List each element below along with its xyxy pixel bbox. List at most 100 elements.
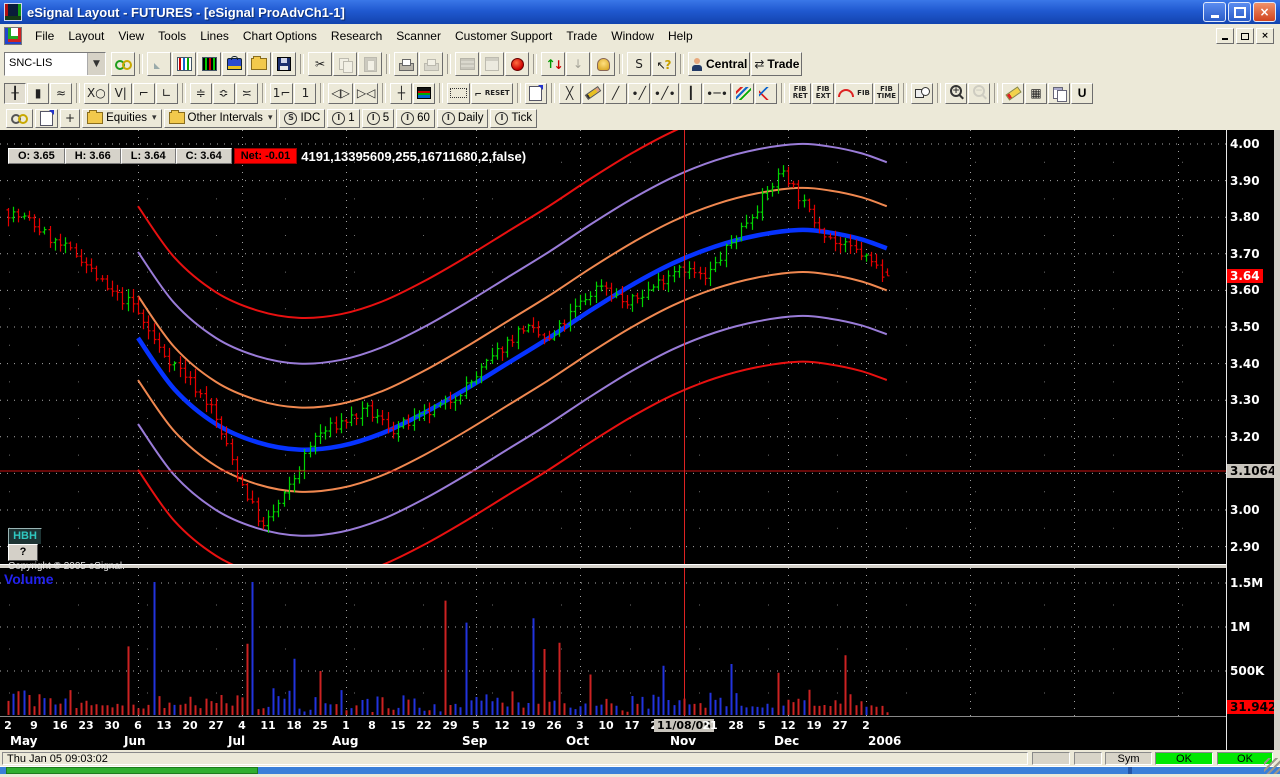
interval-60-button[interactable]: I60 [396, 109, 435, 128]
source-idc-button[interactable]: SIDC [279, 109, 325, 128]
units-flag-button[interactable]: 1⌐ [270, 83, 294, 104]
esignal-central-button[interactable]: Central [688, 52, 750, 76]
menu-scanner[interactable]: Scanner [389, 25, 448, 47]
new-page-button[interactable] [147, 52, 171, 76]
time-template-button[interactable] [447, 83, 470, 104]
band-center-button[interactable]: ≎ [213, 83, 235, 104]
mdi-restore-button[interactable] [1236, 28, 1254, 44]
context-help-button[interactable] [652, 52, 676, 76]
trendline-button[interactable]: ╱ [605, 83, 627, 104]
mosaic-button[interactable]: ▦ [1025, 83, 1047, 104]
fib-retracement-button[interactable]: FIBRET [789, 83, 811, 104]
symbol-link-button[interactable] [111, 52, 135, 76]
fib-extension-button[interactable]: FIBEXT [812, 83, 834, 104]
copy-button[interactable] [333, 52, 357, 76]
interval-5-button[interactable]: I5 [362, 109, 394, 128]
menu-customer-support[interactable]: Customer Support [448, 25, 559, 47]
mdi-close-button[interactable]: × [1256, 28, 1274, 44]
save-layout-button[interactable] [272, 52, 296, 76]
mdi-minimize-button[interactable] [1216, 28, 1234, 44]
open-layout-button[interactable] [247, 52, 271, 76]
menu-chart-options[interactable]: Chart Options [236, 25, 324, 47]
zoom-in-button[interactable] [945, 83, 967, 104]
interval-tick-button[interactable]: ITick [490, 109, 537, 128]
cut-button[interactable]: ✂ [308, 52, 332, 76]
highlighter-button[interactable] [1002, 83, 1024, 104]
download-button[interactable]: ↓ [566, 52, 590, 76]
close-button[interactable]: × [1253, 2, 1276, 22]
menu-file[interactable]: File [28, 25, 61, 47]
colors-button[interactable] [413, 83, 435, 104]
chart-window-icon[interactable] [4, 27, 22, 45]
menu-trade[interactable]: Trade [559, 25, 604, 47]
volume-style-button[interactable]: V| [110, 83, 132, 104]
link-group-button[interactable] [6, 109, 33, 128]
alert-list-button[interactable] [505, 52, 529, 76]
chevron-down-icon[interactable]: ▼ [87, 53, 105, 75]
other-intervals-dropdown[interactable]: Other Intervals▾ [164, 109, 278, 128]
esignal-search-button[interactable]: S [627, 52, 651, 76]
step-chart-small-button[interactable]: ⌐ [133, 83, 155, 104]
resize-grip[interactable] [1264, 758, 1280, 774]
delete-tool-button[interactable]: ╳ [559, 83, 581, 104]
new-chart-button[interactable] [172, 52, 196, 76]
underline-button[interactable]: U [1071, 83, 1093, 104]
reports-button[interactable] [1048, 83, 1070, 104]
new-quote-window-button[interactable] [197, 52, 221, 76]
price-pane[interactable] [0, 130, 1226, 564]
bar-style-button[interactable]: ╂ [4, 83, 26, 104]
fib-time-button[interactable]: FIBTIME [874, 83, 899, 104]
band-expand-button[interactable]: ≍ [236, 83, 258, 104]
properties-button[interactable] [525, 83, 547, 104]
band-compress-button[interactable]: ≑ [190, 83, 212, 104]
shrink-bars-button[interactable]: ▷◁ [354, 83, 378, 104]
add-symbol-button[interactable]: + [60, 109, 80, 128]
sort-arrows-button[interactable] [541, 52, 565, 76]
expand-bars-button[interactable]: ◁▷ [328, 83, 352, 104]
point-figure-button[interactable]: X○ [84, 83, 109, 104]
menu-tools[interactable]: Tools [151, 25, 193, 47]
paste-button[interactable] [358, 52, 382, 76]
crossed-lines-button[interactable] [755, 83, 777, 104]
date-axis[interactable]: 2916233061320274111825181522295121926310… [0, 716, 1226, 750]
portfolio-button[interactable] [222, 52, 246, 76]
restore-button[interactable] [1228, 2, 1251, 22]
vertical-line-button[interactable]: ┃ [680, 83, 702, 104]
quote-board-button[interactable] [455, 52, 479, 76]
price-axis[interactable]: 3.64 3.10641 31.942K 4.003.903.803.703.6… [1226, 130, 1274, 750]
print-preview-button[interactable] [419, 52, 443, 76]
menu-research[interactable]: Research [324, 25, 389, 47]
zoom-out-button[interactable] [968, 83, 990, 104]
equities-dropdown[interactable]: Equities▾ [82, 109, 161, 128]
volume-pane[interactable] [0, 568, 1226, 716]
candle-style-button[interactable]: ▮ [27, 83, 49, 104]
chart-region[interactable]: O: 3.65H: 3.66L: 3.64C: 3.64 Net: -0.01 … [0, 130, 1280, 750]
menu-help[interactable]: Help [661, 25, 700, 47]
shapes-button[interactable] [911, 83, 933, 104]
interval-daily-button[interactable]: IDaily [437, 109, 489, 128]
trade-button[interactable]: ⇄Trade [751, 52, 802, 76]
study-help-button[interactable]: ? [8, 544, 38, 561]
fib-circle-button[interactable]: FIB [835, 83, 873, 104]
menu-view[interactable]: View [111, 25, 151, 47]
news-window-button[interactable] [480, 52, 504, 76]
units-plain-button[interactable]: 1 [294, 83, 316, 104]
horizontal-line-button[interactable]: ∙─∙ [703, 83, 731, 104]
ray-line-button[interactable]: ∙╱ [628, 83, 650, 104]
extended-line-button[interactable]: ∙╱∙ [651, 83, 679, 104]
hbh-study-label[interactable]: HBH [8, 528, 42, 545]
interval-1-button[interactable]: I1 [327, 109, 359, 128]
menu-lines[interactable]: Lines [193, 25, 236, 47]
line-style-button[interactable]: ≈ [50, 83, 72, 104]
crosshair-button[interactable]: ┼ [390, 83, 412, 104]
parallel-lines-button[interactable] [732, 83, 754, 104]
alarm-button[interactable] [591, 52, 615, 76]
menu-window[interactable]: Window [604, 25, 661, 47]
step-chart-button[interactable]: ∟ [156, 83, 178, 104]
menu-layout[interactable]: Layout [61, 25, 111, 47]
symbol-combo[interactable]: SNC-LIS▼ [4, 52, 106, 76]
page-properties-button[interactable] [35, 109, 58, 128]
minimize-button[interactable] [1203, 2, 1226, 22]
reset-button[interactable]: RESET [471, 83, 512, 104]
print-button[interactable] [394, 52, 418, 76]
